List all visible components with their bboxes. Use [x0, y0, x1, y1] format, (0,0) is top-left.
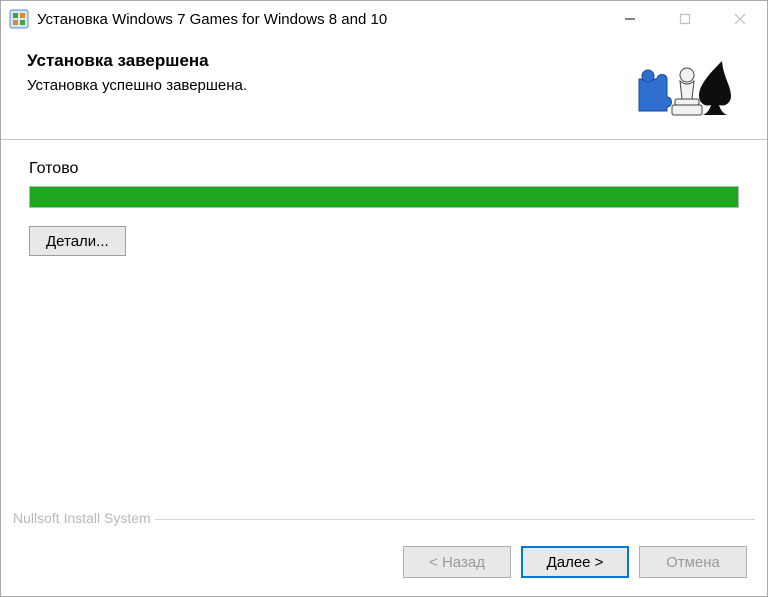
status-label: Готово — [29, 160, 739, 178]
minimize-button[interactable] — [602, 1, 657, 37]
header-artwork — [627, 51, 737, 121]
back-button: < Назад — [403, 546, 511, 578]
footer-frame-label: Nullsoft Install System — [13, 510, 155, 526]
maximize-button — [657, 1, 712, 37]
header: Установка завершена Установка успешно за… — [1, 37, 767, 140]
details-button[interactable]: Детали... — [29, 226, 126, 256]
window-controls — [602, 1, 767, 37]
window-title: Установка Windows 7 Games for Windows 8 … — [37, 11, 602, 28]
progress-bar — [29, 186, 739, 208]
header-subtitle: Установка успешно завершена. — [27, 77, 627, 94]
content-area: Готово Детали... — [1, 140, 767, 519]
header-title: Установка завершена — [27, 51, 627, 71]
close-button — [712, 1, 767, 37]
next-button[interactable]: Далее > — [521, 546, 629, 578]
installer-window: Установка Windows 7 Games for Windows 8 … — [0, 0, 768, 597]
titlebar: Установка Windows 7 Games for Windows 8 … — [1, 1, 767, 37]
button-row: < Назад Далее > Отмена — [13, 546, 755, 578]
app-icon — [9, 9, 29, 29]
footer: Nullsoft Install System < Назад Далее > … — [13, 519, 755, 578]
cancel-button: Отмена — [639, 546, 747, 578]
header-text: Установка завершена Установка успешно за… — [27, 51, 627, 94]
progress-fill — [30, 187, 738, 207]
